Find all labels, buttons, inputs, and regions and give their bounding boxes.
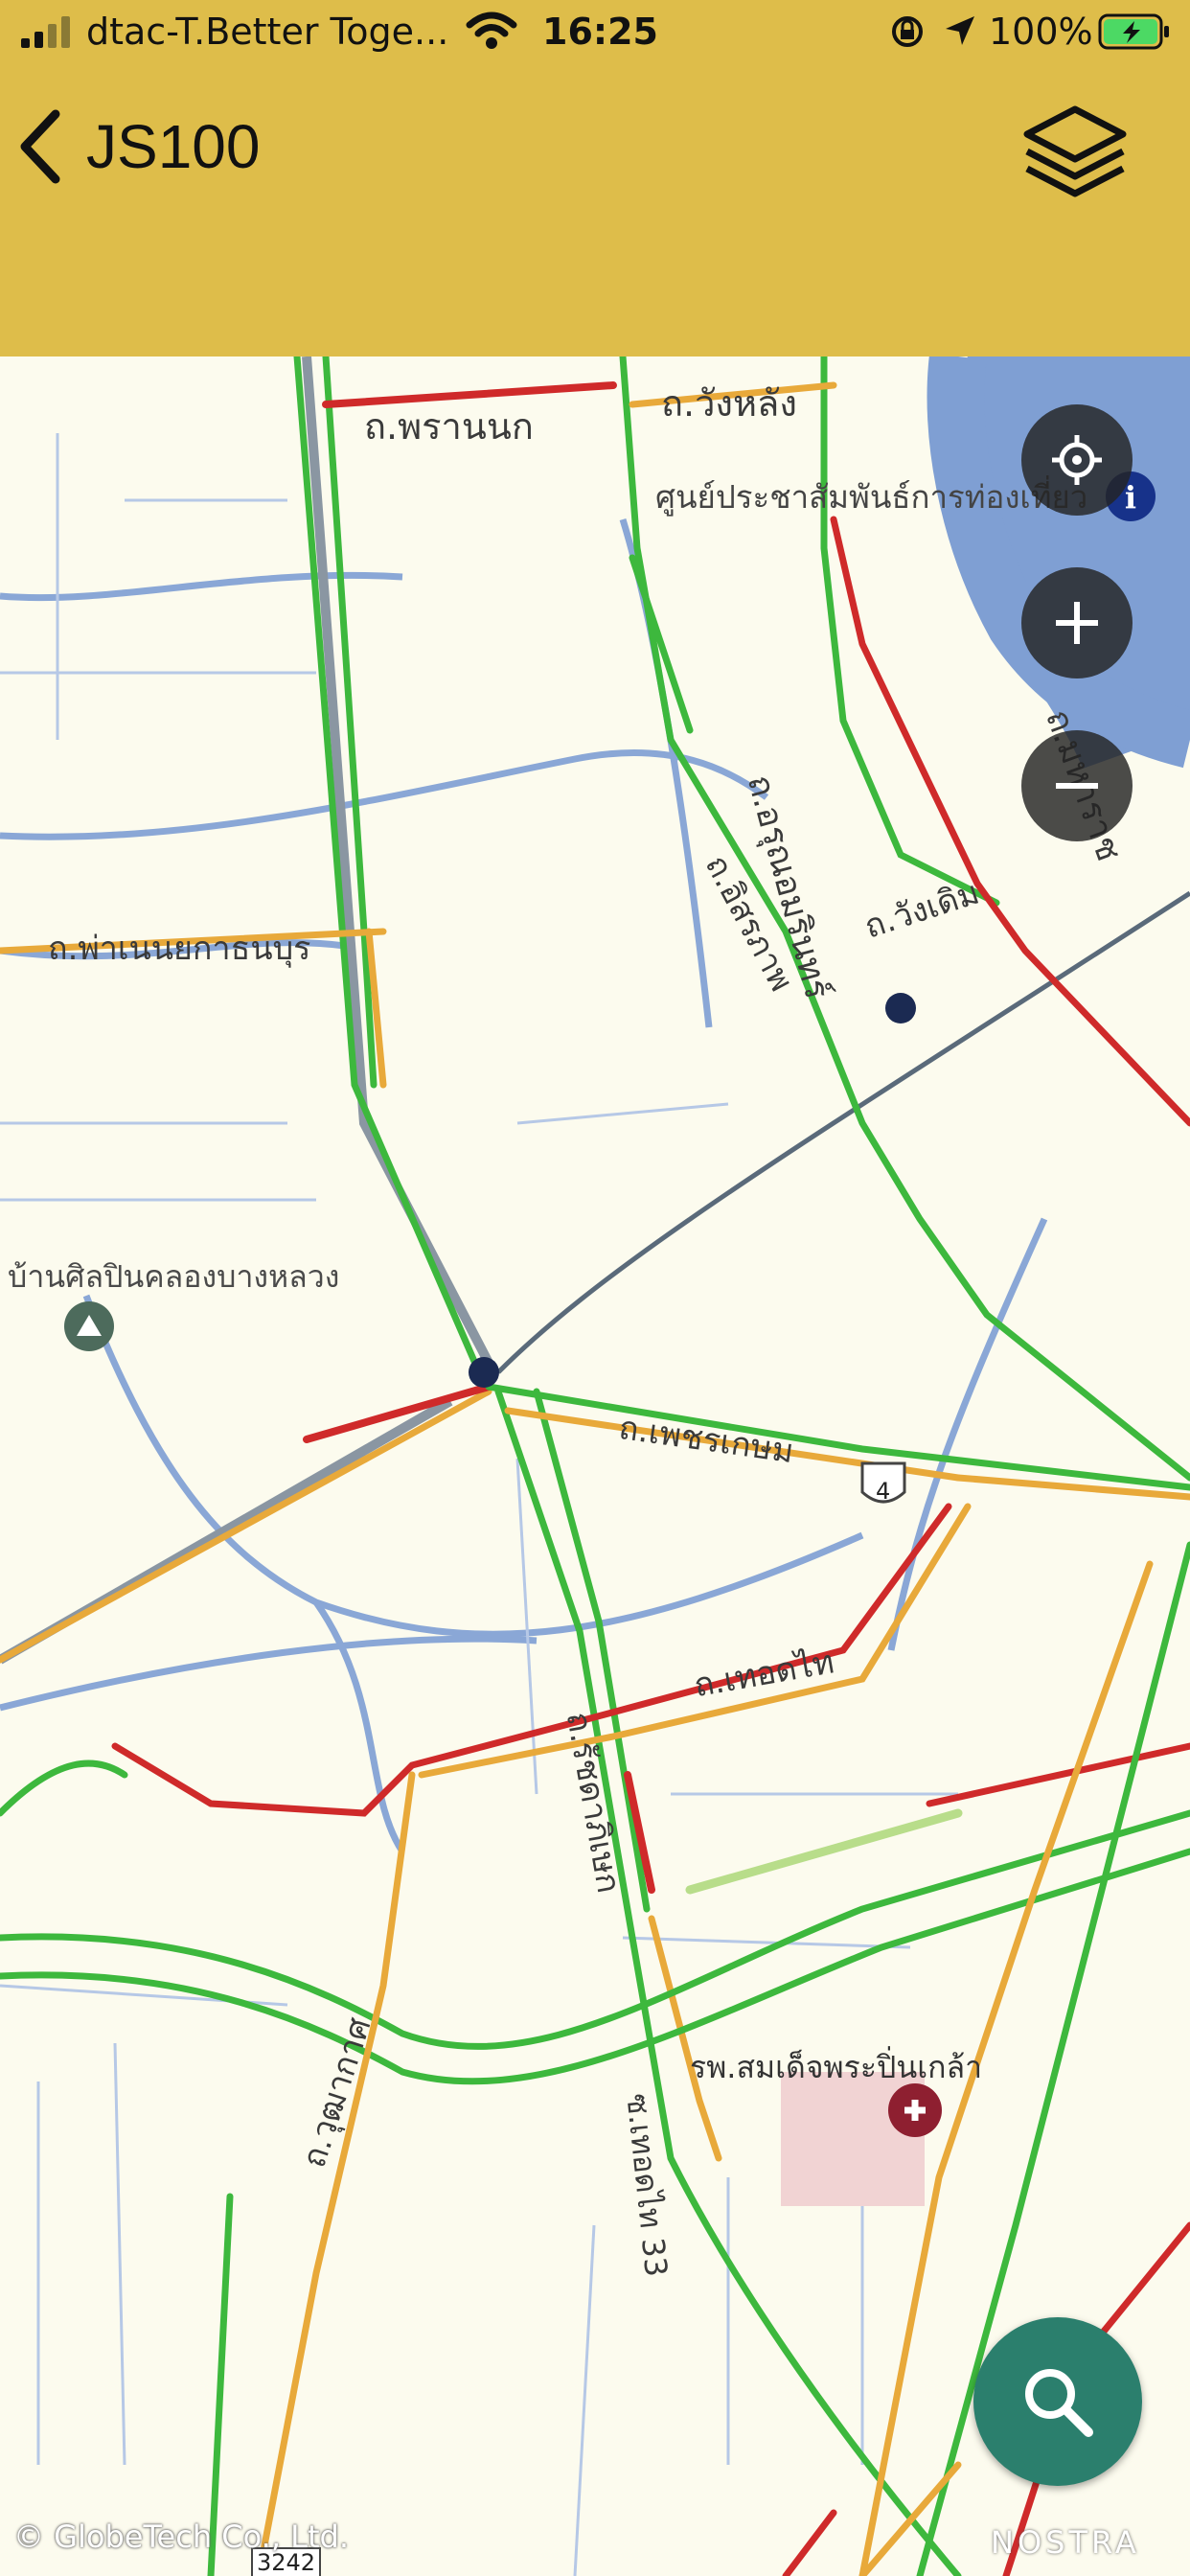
clock: 16:25 (542, 11, 658, 53)
zoom-in-button[interactable] (1021, 567, 1133, 678)
station-icon (469, 1357, 499, 1388)
map-brand: NOSTRA (991, 2524, 1140, 2561)
wifi-icon (466, 12, 517, 49)
status-bar: dtac-T.Better Toge... 16:25 100% (0, 0, 1190, 63)
layers-icon (1023, 105, 1127, 197)
label-center-museum: ศูนย์ประชาสัมพันธ์การท่องเที่ยว (655, 478, 1088, 516)
label-road-wanglang: ถ.วังหลัง (661, 382, 797, 425)
chevron-left-icon (20, 109, 60, 184)
search-button[interactable] (973, 2317, 1142, 2486)
orientation-lock-icon (892, 16, 923, 47)
zoom-out-button[interactable] (1021, 730, 1133, 841)
map-view[interactable]: i ถ.พรานนก ถ.วังหลัง ศูนย์ประชาสัมพันธ์ก… (0, 356, 1190, 2576)
page-title: JS100 (86, 112, 261, 181)
label-road-prannok: ถ.พรานนก (364, 405, 534, 448)
label-road-charan: ถ.พ่าเนนยกาธนบุร (48, 930, 311, 968)
location-arrow-icon (946, 16, 974, 45)
search-icon (1025, 2369, 1093, 2437)
signal-icon (21, 16, 70, 48)
plus-icon (1056, 602, 1098, 644)
label-highway-4: 4 (876, 1478, 891, 1505)
station-icon (885, 993, 916, 1024)
back-button[interactable]: JS100 (17, 94, 324, 199)
battery-charging-icon (1098, 13, 1169, 50)
map-canvas: i (0, 356, 1190, 2576)
locate-button[interactable] (1021, 404, 1133, 516)
map-copyright: © GlobeTech Co., Ltd. (13, 2518, 350, 2555)
carrier-name: dtac-T.Better Toge... (86, 11, 449, 53)
label-baan-silapin: บ้านศิลปินคลองบางหลวง (8, 1258, 340, 1295)
label-hospital: รพ.สมเด็จพระปิ่นเกล้า (690, 2049, 983, 2085)
battery-percent: 100% (989, 11, 1093, 53)
layers-button[interactable] (1016, 92, 1134, 211)
minus-icon (1056, 783, 1098, 789)
locate-icon (1052, 435, 1102, 485)
